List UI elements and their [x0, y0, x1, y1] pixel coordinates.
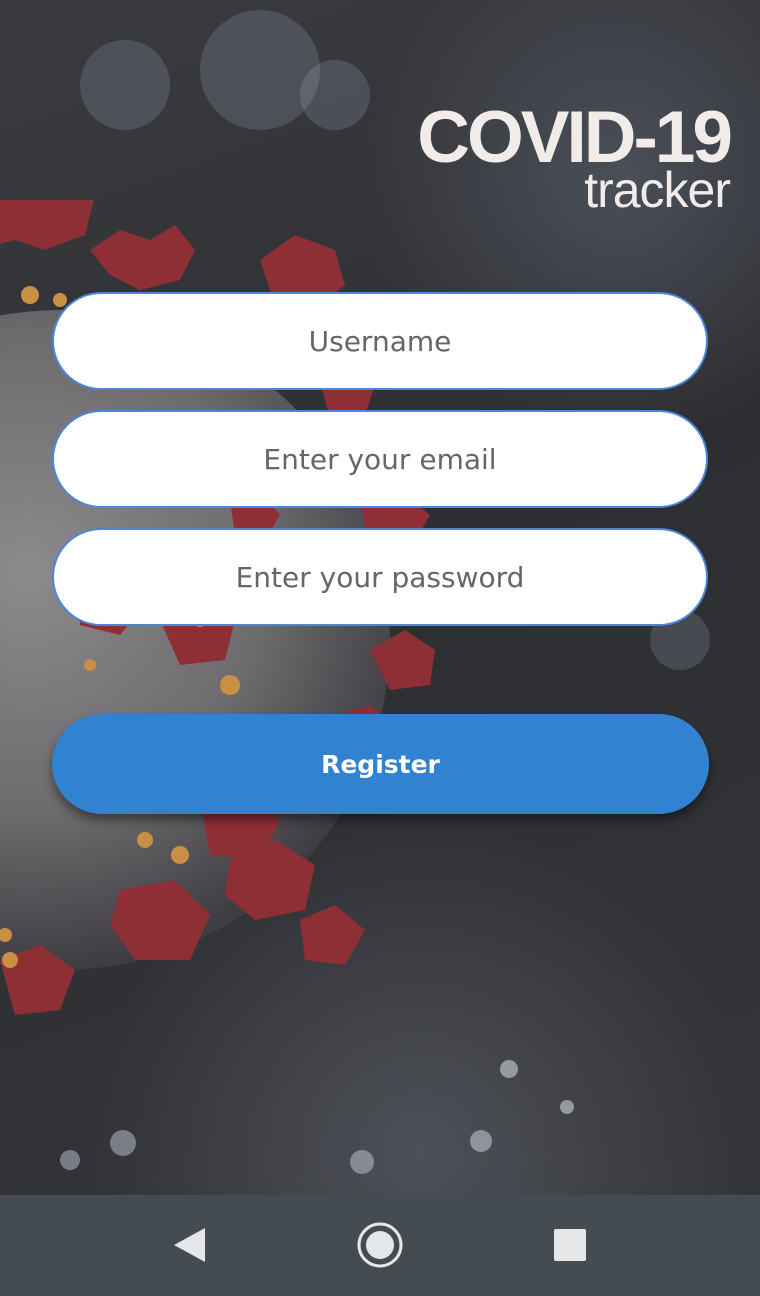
recents-button[interactable]	[515, 1195, 625, 1296]
home-icon	[357, 1222, 403, 1268]
register-button[interactable]: Register	[52, 714, 709, 814]
bokeh-light	[300, 60, 370, 130]
bokeh-light	[110, 1130, 136, 1156]
password-input[interactable]	[52, 528, 708, 626]
bokeh-light	[350, 1150, 374, 1174]
username-input[interactable]	[52, 292, 708, 390]
bokeh-light	[60, 1150, 80, 1170]
app-logo: COVID-19 tracker	[417, 101, 733, 215]
bokeh-light	[470, 1130, 492, 1152]
back-button[interactable]	[133, 1195, 243, 1296]
home-button[interactable]	[325, 1195, 435, 1296]
back-icon	[174, 1228, 205, 1262]
android-navigation-bar	[0, 1195, 760, 1296]
bokeh-light	[500, 1060, 518, 1078]
bokeh-light	[80, 40, 170, 130]
email-input[interactable]	[52, 410, 708, 508]
recents-icon	[554, 1229, 586, 1261]
bokeh-light	[560, 1100, 574, 1114]
bokeh-light	[200, 10, 320, 130]
